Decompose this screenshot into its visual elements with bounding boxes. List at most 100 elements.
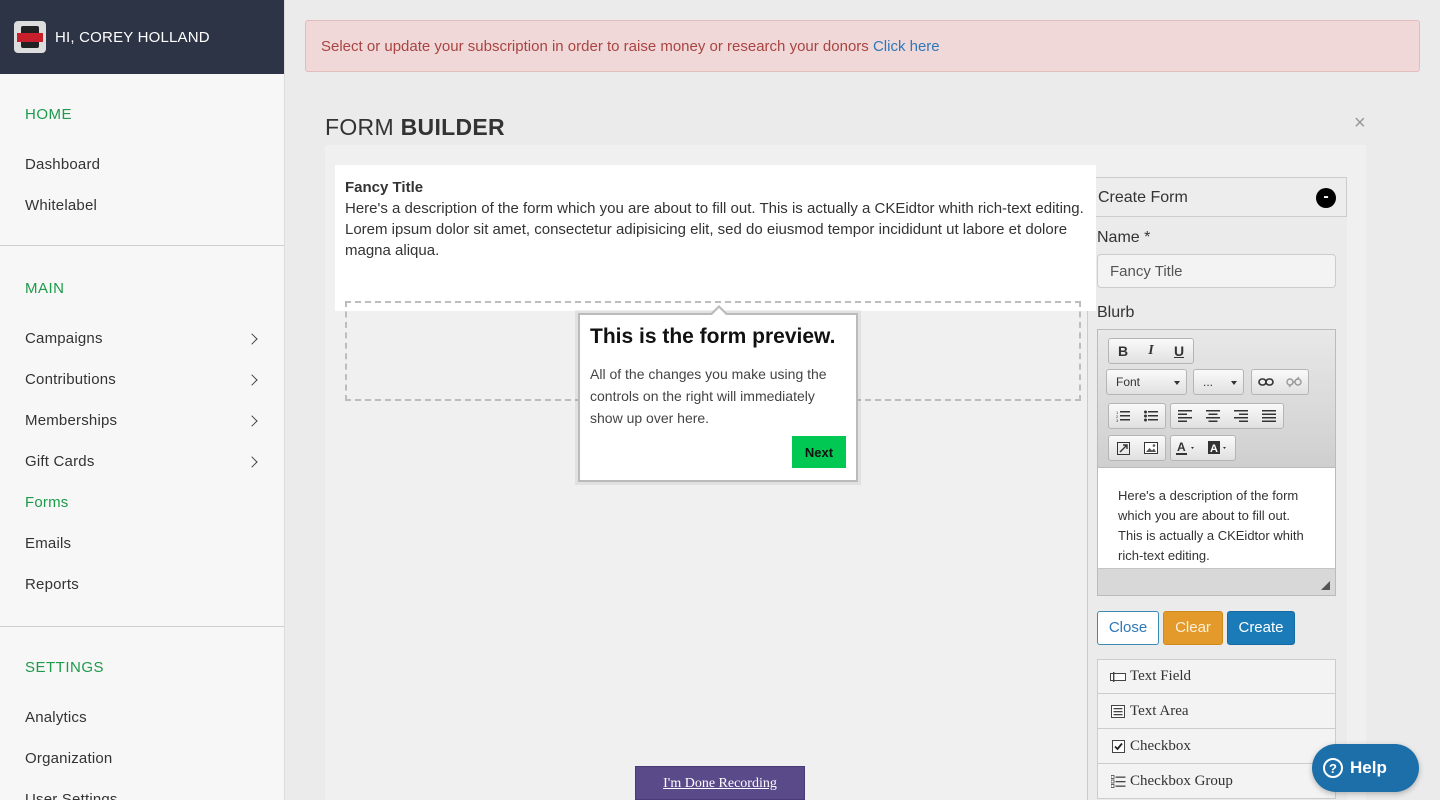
preview-lorem: Lorem ipsum dolor sit amet, consectetur … (345, 221, 1068, 259)
subscription-alert: Select or update your subscription in or… (305, 20, 1420, 72)
sidebar-item-forms[interactable]: Forms (0, 493, 284, 513)
sidebar-item-memberships[interactable]: Memberships (0, 411, 284, 431)
nav-heading-settings: SETTINGS (25, 659, 105, 676)
collapse-icon[interactable]: - (1316, 188, 1336, 208)
editor-footer (1098, 568, 1335, 595)
clear-button[interactable]: Clear (1163, 611, 1223, 645)
form-preview: Fancy Title Here's a description of the … (335, 165, 1096, 311)
close-button[interactable]: Close (1097, 611, 1159, 645)
question-icon: ? (1323, 758, 1343, 778)
preview-title: Fancy Title (345, 179, 424, 196)
next-button[interactable]: Next (792, 436, 846, 468)
nav-heading-home: HOME (25, 106, 72, 123)
page-title: FORM BUILDER (325, 114, 505, 141)
field-type-text-field[interactable]: Text Field (1097, 659, 1336, 694)
text-field-icon (1110, 670, 1126, 684)
font-select-value: Font (1116, 375, 1141, 389)
sidebar-item-reports[interactable]: Reports (0, 575, 284, 595)
bold-button[interactable]: B (1109, 339, 1137, 363)
format-group: B I U (1108, 338, 1194, 364)
svg-text:A: A (1177, 441, 1186, 454)
sidebar-item-emails[interactable]: Emails (0, 534, 284, 554)
page-title-light: FORM (325, 114, 394, 140)
tour-popover: This is the form preview. All of the cha… (578, 305, 858, 482)
sidebar-item-organization[interactable]: Organization (0, 749, 284, 769)
align-left-icon[interactable] (1171, 404, 1199, 428)
alert-message: Select or update your subscription in or… (321, 38, 869, 55)
preview-description: Here's a description of the form which y… (345, 200, 1084, 217)
create-button[interactable]: Create (1227, 611, 1295, 645)
user-greeting[interactable]: HI, COREY HOLLAND (55, 29, 210, 46)
blurb-label: Blurb (1097, 304, 1135, 321)
image-icon[interactable] (1137, 436, 1165, 460)
name-input[interactable] (1097, 254, 1336, 288)
sidebar-item-label: Gift Cards (25, 453, 95, 470)
avatar[interactable] (14, 21, 46, 53)
field-type-list: Text Field Text Area Checkbox Checkbox G… (1097, 659, 1336, 799)
italic-button[interactable]: I (1137, 339, 1165, 363)
sidebar-item-campaigns[interactable]: Campaigns (0, 329, 284, 349)
numbered-list-icon[interactable]: 123 (1109, 404, 1137, 428)
help-button[interactable]: ? Help (1312, 744, 1419, 792)
sidebar-item-user-settings[interactable]: User Settings (0, 790, 284, 800)
field-type-checkbox[interactable]: Checkbox (1097, 729, 1336, 764)
sidebar-item-contributions[interactable]: Contributions (0, 370, 284, 390)
sidebar-divider (0, 626, 284, 627)
editor-content[interactable]: Here's a description of the form which y… (1098, 468, 1335, 568)
resize-handle-icon[interactable] (1321, 581, 1330, 590)
svg-text:A: A (1210, 443, 1218, 455)
field-type-checkbox-group[interactable]: Checkbox Group (1097, 764, 1336, 799)
alert-link[interactable]: Click here (873, 38, 940, 55)
background-color-icon[interactable]: A (1203, 436, 1235, 460)
done-recording-button[interactable]: I'm Done Recording (635, 766, 805, 800)
sidebar-item-label: Contributions (25, 371, 116, 388)
text-area-icon (1110, 704, 1126, 718)
help-label: Help (1350, 758, 1387, 777)
panel-header: Create Form - (1087, 177, 1347, 217)
field-type-label: Text Area (1130, 702, 1189, 719)
field-type-text-area[interactable]: Text Area (1097, 694, 1336, 729)
chevron-right-icon (246, 333, 258, 345)
align-right-icon[interactable] (1227, 404, 1255, 428)
align-center-icon[interactable] (1199, 404, 1227, 428)
blurb-editor: B I U Font ... 123 A A Here's a descript… (1097, 329, 1336, 596)
sidebar-divider (0, 245, 284, 246)
sidebar-item-dashboard[interactable]: Dashboard (0, 155, 284, 175)
close-icon[interactable]: × (1354, 112, 1366, 135)
unlink-icon[interactable] (1280, 370, 1308, 394)
sidebar-item-label: Campaigns (25, 330, 103, 347)
editor-toolbar: B I U Font ... 123 A A (1098, 330, 1335, 468)
name-label: Name * (1097, 229, 1151, 246)
sidebar: HI, COREY HOLLAND HOME Dashboard Whitela… (0, 0, 285, 800)
sidebar-item-label: Memberships (25, 412, 118, 429)
link-icon[interactable] (1252, 370, 1280, 394)
chevron-down-icon (1174, 381, 1180, 385)
chevron-right-icon (246, 415, 258, 427)
page-title-bold: BUILDER (400, 114, 505, 140)
popover-text: All of the changes you make using the co… (590, 366, 827, 426)
size-select-value: ... (1203, 375, 1214, 389)
chevron-right-icon (246, 374, 258, 386)
maximize-icon[interactable] (1109, 436, 1137, 460)
bullet-list-icon[interactable] (1137, 404, 1165, 428)
nav-heading-main: MAIN (25, 280, 65, 297)
popover-title: This is the form preview. (590, 325, 836, 348)
align-group (1170, 403, 1284, 429)
size-select[interactable]: ... (1193, 369, 1244, 395)
sidebar-item-gift-cards[interactable]: Gift Cards (0, 452, 284, 472)
chevron-down-icon (1231, 381, 1237, 385)
sidebar-header: HI, COREY HOLLAND (0, 0, 284, 74)
checkbox-group-icon (1110, 774, 1126, 788)
list-group: 123 (1108, 403, 1166, 429)
underline-button[interactable]: U (1165, 339, 1193, 363)
svg-text:3: 3 (1116, 418, 1119, 422)
text-color-icon[interactable]: A (1171, 436, 1203, 460)
field-type-label: Checkbox Group (1130, 772, 1233, 789)
sidebar-item-analytics[interactable]: Analytics (0, 708, 284, 728)
font-select[interactable]: Font (1106, 369, 1187, 395)
sidebar-item-whitelabel[interactable]: Whitelabel (0, 196, 284, 216)
justify-icon[interactable] (1255, 404, 1283, 428)
panel-title: Create Form (1098, 189, 1188, 206)
chevron-right-icon (246, 456, 258, 468)
media-group (1108, 435, 1166, 461)
